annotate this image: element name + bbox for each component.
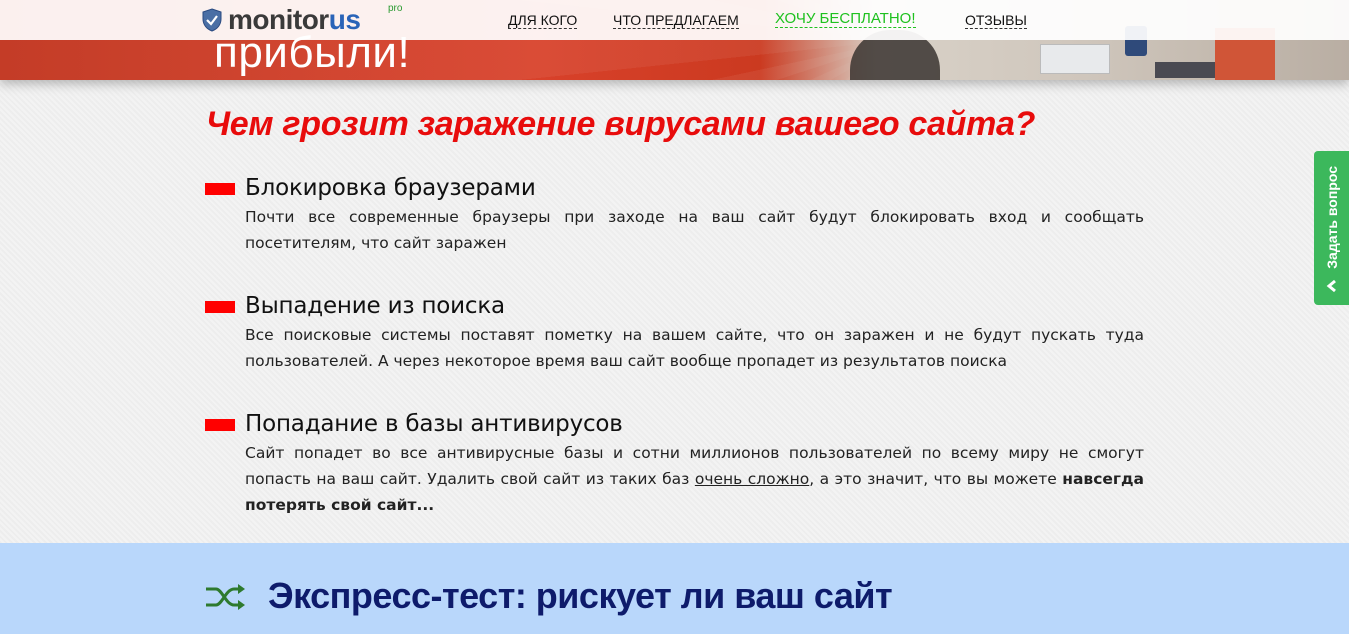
ask-question-label: Задать вопрос (1323, 166, 1340, 269)
threat-description: Почти все современные браузеры при заход… (245, 208, 1144, 252)
red-bullet (205, 183, 235, 195)
threat-heading: Попадание в базы антивирусов (245, 411, 623, 437)
logo[interactable]: monitorus pro (202, 3, 402, 35)
ask-question-tab[interactable]: Задать вопрос (1314, 151, 1349, 305)
top-navigation: monitorus pro ДЛЯ КОГО ЧТО ПРЕДЛАГАЕМ ХО… (0, 0, 1349, 40)
nav-item-what-we-offer[interactable]: ЧТО ПРЕДЛАГАЕМ (613, 12, 739, 29)
red-bullet (205, 419, 235, 431)
threat-heading: Блокировка браузерами (245, 175, 536, 201)
red-bullet (205, 301, 235, 313)
logo-pro-badge: pro (388, 3, 403, 14)
shield-icon (202, 8, 222, 32)
express-test-section: Экспресс-тест: рискует ли ваш сайт (0, 543, 1349, 634)
express-test-title: Экспресс-тест: рискует ли ваш сайт (268, 575, 893, 616)
threat-heading: Выпадение из поиска (245, 293, 505, 319)
chevron-left-icon (1326, 279, 1336, 293)
nav-item-reviews[interactable]: ОТЗЫВЫ (965, 12, 1027, 29)
logo-text: monitorus (228, 4, 361, 35)
threat-description: Все поисковые системы поставят пометку н… (245, 326, 1144, 370)
nav-item-free[interactable]: ХОЧУ БЕСПЛАТНО! (775, 11, 916, 28)
nav-item-for-whom[interactable]: ДЛЯ КОГО (508, 12, 578, 29)
shuffle-icon (206, 584, 245, 610)
emphasis-underline: очень сложно (694, 470, 810, 488)
section-title: Чем грозит заражение вирусами вашего сай… (206, 105, 1036, 143)
threat-description: Сайт попадет во все антивирусные базы и … (245, 444, 1144, 514)
